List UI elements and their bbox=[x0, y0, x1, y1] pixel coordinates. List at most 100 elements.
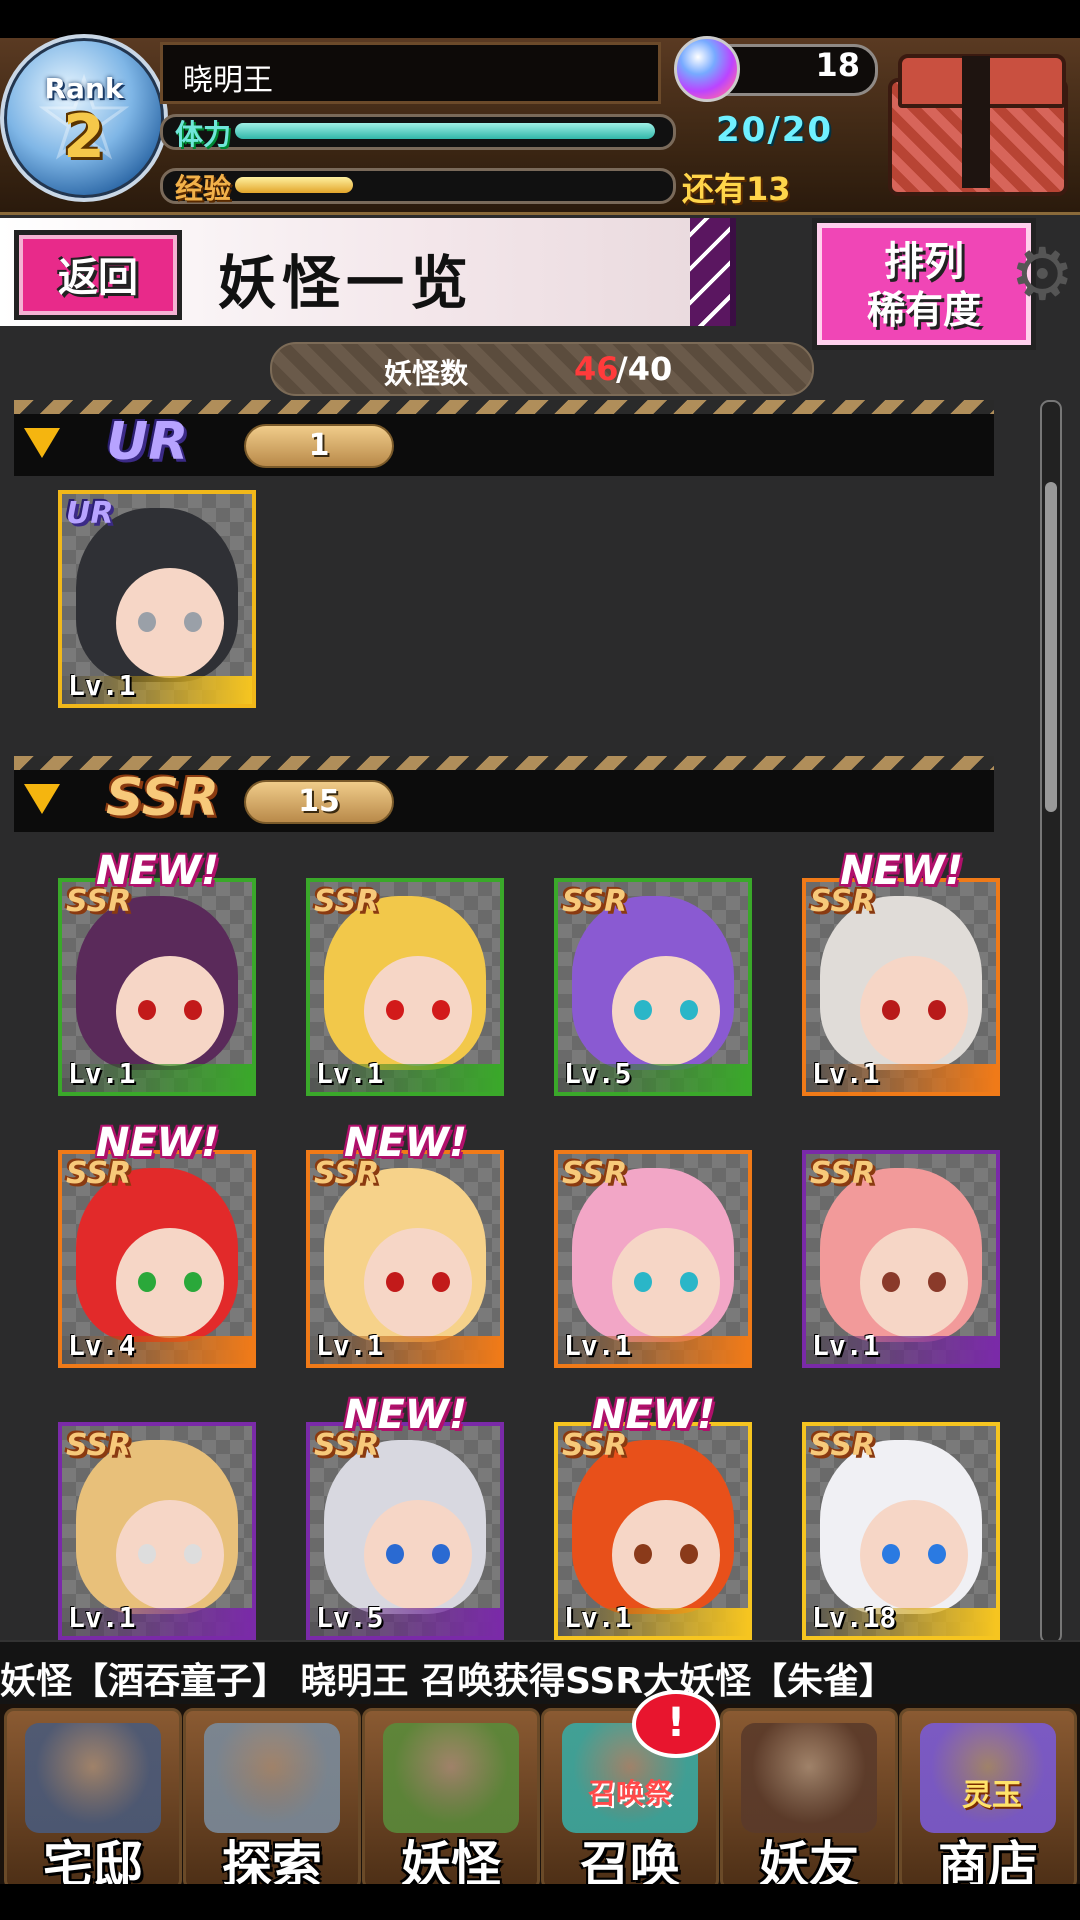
rank-value: 2 bbox=[63, 102, 105, 172]
section-rarity: SSR bbox=[106, 768, 220, 828]
yokai-eye bbox=[138, 612, 156, 632]
treasure-chest-button[interactable] bbox=[888, 48, 1068, 196]
yokai-card[interactable]: SSR Lv.1 bbox=[802, 1150, 1000, 1368]
new-badge: NEW! bbox=[344, 1392, 468, 1438]
card-level: Lv.5 bbox=[564, 1057, 632, 1090]
card-level: Lv.1 bbox=[316, 1057, 384, 1090]
yokai-card[interactable]: SSR Lv.18 bbox=[802, 1422, 1000, 1640]
yokai-card[interactable]: UR Lv.1 bbox=[58, 490, 256, 708]
card-level: Lv.18 bbox=[812, 1601, 897, 1634]
yokai-card[interactable]: SSR Lv.5 bbox=[554, 878, 752, 1096]
summon-festival-label: 召唤祭 bbox=[587, 1777, 672, 1810]
chest-band bbox=[962, 56, 990, 188]
yokai-card[interactable]: SSR Lv.1 bbox=[554, 1150, 752, 1368]
yokai-card[interactable]: SSR Lv.1 bbox=[802, 878, 1000, 1096]
nav-button-4[interactable]: 妖友 bbox=[720, 1708, 898, 1894]
spirit-orb-icon bbox=[674, 36, 740, 102]
yokai-face bbox=[116, 1228, 224, 1338]
yokai-card[interactable]: SSR Lv.1 bbox=[306, 878, 504, 1096]
section-count: 15 bbox=[298, 784, 340, 819]
yokai-face bbox=[612, 1228, 720, 1338]
card-level: Lv.4 bbox=[68, 1329, 136, 1362]
yokai-eye bbox=[928, 1000, 946, 1020]
yokai-eye bbox=[432, 1000, 450, 1020]
yokai-portrait bbox=[76, 1440, 238, 1614]
yokai-face bbox=[116, 956, 224, 1066]
scrollbar[interactable] bbox=[1040, 400, 1062, 1644]
collapse-arrow-icon[interactable] bbox=[24, 784, 60, 814]
card-level: Lv.1 bbox=[316, 1329, 384, 1362]
yokai-eye bbox=[386, 1000, 404, 1020]
sort-button[interactable]: 排列 稀有度 bbox=[812, 218, 1036, 350]
yokai-face bbox=[612, 956, 720, 1066]
yokai-face bbox=[116, 1500, 224, 1610]
rarity-section-header-ssr[interactable]: SSR 15 bbox=[14, 756, 994, 832]
bottom-edge bbox=[0, 1884, 1080, 1920]
sort-mode-label: 稀有度 bbox=[866, 288, 981, 332]
yokai-card[interactable]: SSR Lv.1 bbox=[58, 878, 256, 1096]
player-name-box: 晓明王 bbox=[160, 42, 661, 104]
scroll-icon bbox=[383, 1723, 519, 1833]
back-button[interactable]: 返回 bbox=[14, 230, 182, 320]
exp-label: 经验 bbox=[175, 172, 232, 205]
yokai-eye bbox=[184, 1000, 202, 1020]
yokai-portrait bbox=[324, 1440, 486, 1614]
gem-count: 18 bbox=[815, 46, 860, 84]
new-badge: NEW! bbox=[840, 848, 964, 894]
yokai-eye bbox=[184, 612, 202, 632]
yokai-count-capacity: /40 bbox=[616, 350, 673, 388]
yokai-card[interactable]: SSR Lv.5 bbox=[306, 1422, 504, 1640]
yokai-card[interactable]: SSR Lv.1 bbox=[58, 1422, 256, 1640]
yokai-card[interactable]: SSR Lv.1 bbox=[306, 1150, 504, 1368]
yokai-card[interactable]: SSR Lv.4 bbox=[58, 1150, 256, 1368]
yokai-portrait bbox=[572, 896, 734, 1070]
news-ticker: 妖怪【酒吞童子】 晓明王 召唤获得SSR大妖怪【朱雀】 bbox=[0, 1640, 1080, 1706]
new-badge: NEW! bbox=[96, 1120, 220, 1166]
nav-button-0[interactable]: 宅邸 bbox=[4, 1708, 182, 1894]
magnifier-map-icon bbox=[204, 1723, 340, 1833]
section-count: 1 bbox=[308, 428, 330, 463]
exp-bar-fill bbox=[235, 177, 353, 193]
nav-button-1[interactable]: 探索 bbox=[183, 1708, 361, 1894]
yokai-eye bbox=[882, 1000, 900, 1020]
ticker-text: 妖怪【酒吞童子】 晓明王 召唤获得SSR大妖怪【朱雀】 bbox=[0, 1661, 896, 1702]
nav-button-2[interactable]: 妖怪 bbox=[362, 1708, 540, 1894]
yokai-eye bbox=[928, 1272, 946, 1292]
yokai-eye bbox=[184, 1272, 202, 1292]
yokai-portrait bbox=[76, 1168, 238, 1342]
rank-label: Rank bbox=[44, 72, 124, 105]
title-bar-pattern bbox=[690, 218, 730, 326]
yokai-portrait bbox=[76, 508, 238, 682]
yokai-portrait bbox=[324, 896, 486, 1070]
yokai-portrait bbox=[572, 1168, 734, 1342]
gear-icon: ⚙ bbox=[1010, 232, 1075, 316]
rarity-section-header-ur[interactable]: UR 1 bbox=[14, 400, 994, 476]
yokai-portrait bbox=[76, 896, 238, 1070]
card-rarity: UR bbox=[66, 496, 114, 531]
stamina-label: 体力 bbox=[175, 118, 232, 151]
yokai-eye bbox=[432, 1544, 450, 1564]
scrollbar-thumb[interactable] bbox=[1045, 482, 1057, 812]
back-button-label: 返回 bbox=[58, 255, 138, 301]
yokai-eye bbox=[680, 1272, 698, 1292]
yokai-portrait bbox=[820, 896, 982, 1070]
yokai-eye bbox=[634, 1000, 652, 1020]
yokai-card[interactable]: SSR Lv.1 bbox=[554, 1422, 752, 1640]
yokai-eye bbox=[634, 1272, 652, 1292]
section-rarity: UR bbox=[106, 412, 189, 472]
card-level: Lv.1 bbox=[564, 1329, 632, 1362]
yokai-eye bbox=[432, 1272, 450, 1292]
rank-badge[interactable]: ☆ Rank 2 bbox=[0, 34, 168, 202]
card-rarity: SSR bbox=[562, 1156, 628, 1191]
new-badge: NEW! bbox=[592, 1392, 716, 1438]
yokai-face bbox=[364, 956, 472, 1066]
collapse-arrow-icon[interactable] bbox=[24, 428, 60, 458]
card-level: Lv.5 bbox=[316, 1601, 384, 1634]
new-badge: NEW! bbox=[344, 1120, 468, 1166]
yokai-count-bar: 妖怪数 46 /40 bbox=[270, 342, 814, 396]
summon-alert-badge: ! bbox=[632, 1690, 720, 1758]
fox-girl-icon bbox=[741, 1723, 877, 1833]
section-count-pill: 15 bbox=[244, 780, 394, 824]
mansion-icon bbox=[25, 1723, 161, 1833]
stamina-bar-fill bbox=[235, 123, 655, 139]
